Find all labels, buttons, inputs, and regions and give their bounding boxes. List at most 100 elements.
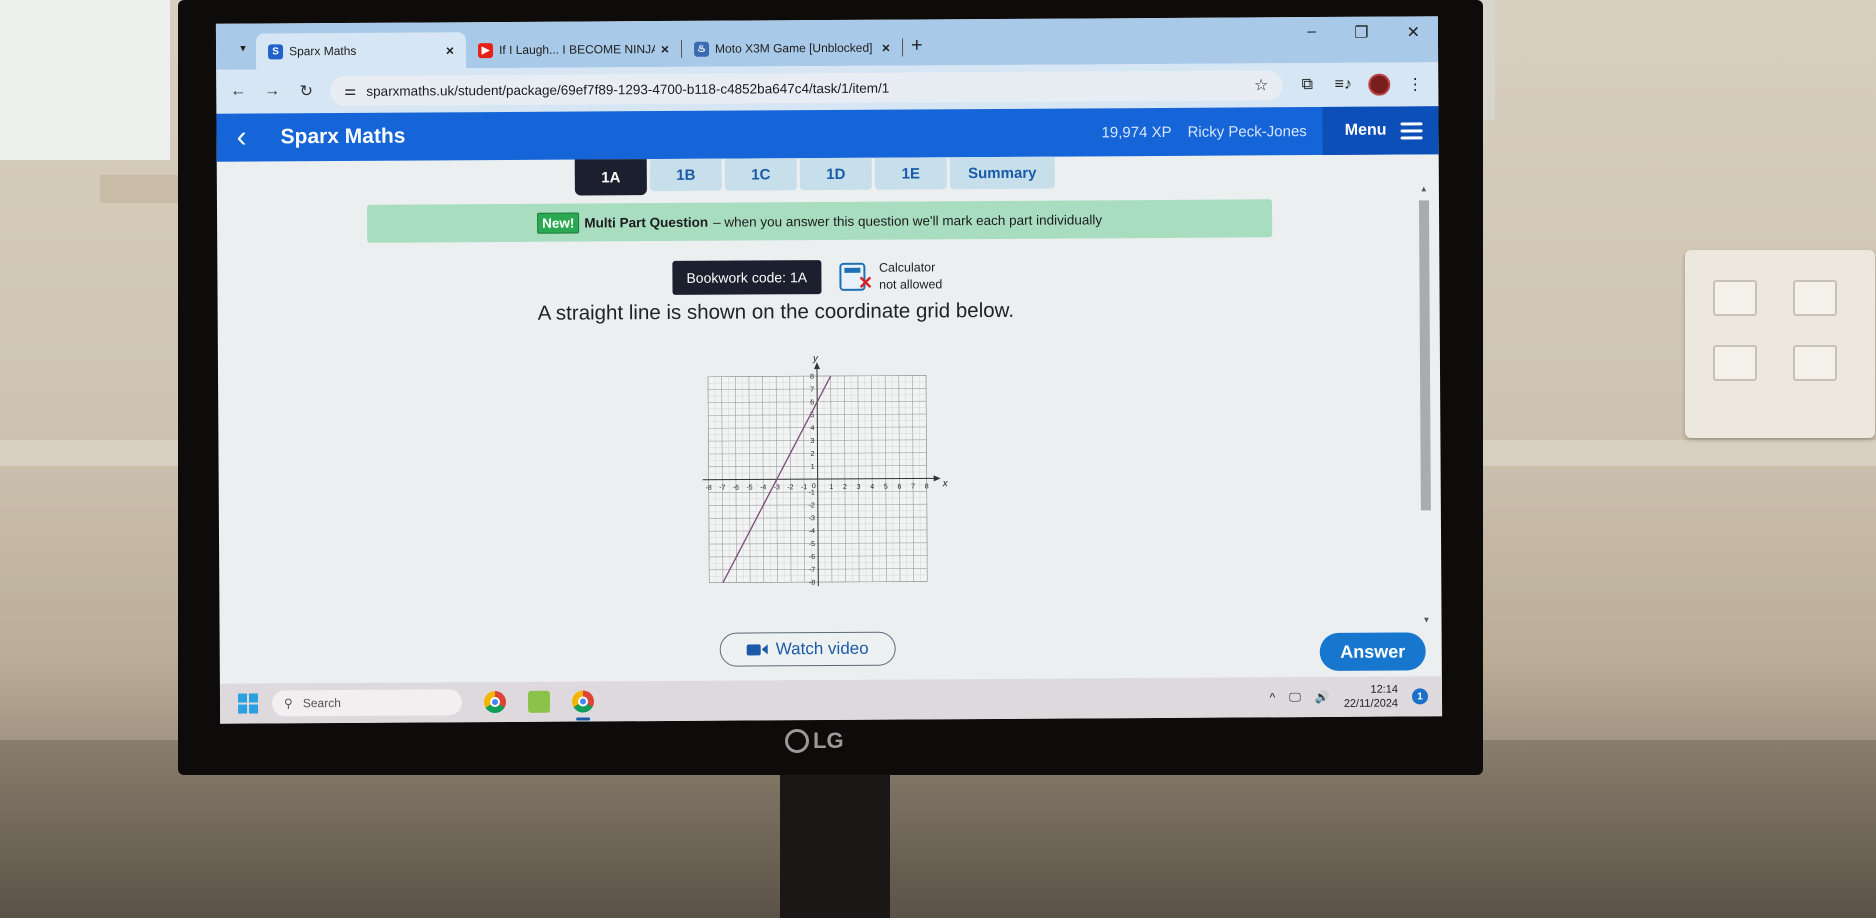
windows-start-icon[interactable] [237, 693, 259, 714]
x-tick-label: 8 [925, 483, 929, 490]
watch-video-button[interactable]: Watch video [719, 631, 896, 667]
lg-logo-icon [785, 729, 809, 753]
y-tick-label: -7 [809, 567, 815, 574]
y-tick-label: 2 [811, 451, 815, 458]
y-tick-label: 7 [810, 386, 814, 393]
y-tick-label: -5 [809, 541, 815, 548]
y-axis-label: y [812, 355, 819, 364]
address-bar[interactable]: ⚌ sparxmaths.uk/student/package/69ef7f89… [330, 70, 1283, 107]
volume-icon[interactable]: 🔊 [1315, 690, 1330, 704]
y-tick-label: 8 [810, 374, 814, 381]
x-tick-label: -3 [774, 484, 780, 491]
y-tick-label: 6 [810, 399, 814, 406]
brand-title[interactable]: Sparx Maths [280, 125, 405, 150]
question-text: A straight line is shown on the coordina… [537, 298, 1015, 325]
notification-badge[interactable]: 1 [1411, 688, 1429, 705]
search-icon: ⚲ [283, 696, 293, 711]
x-tick-label: -5 [746, 484, 752, 491]
tab-title: Sparx Maths [289, 43, 357, 59]
close-window-button[interactable]: ✕ [1406, 22, 1420, 42]
minimize-button[interactable]: – [1307, 23, 1316, 43]
browser-tab-moto[interactable]: ♨ Moto X3M Game [Unblocked] | × [682, 30, 902, 67]
browser-tab-youtube[interactable]: ▶ If I Laugh... I BECOME NINJA - Y × [466, 31, 681, 68]
show-hidden-icons-chevron-icon[interactable]: ^ [1270, 690, 1276, 704]
screen: ▾ S Sparx Maths × ▶ If I Laugh... I BECO… [215, 16, 1443, 724]
app-taskbar-icon[interactable] [527, 690, 551, 713]
back-arrow-icon[interactable]: ← [228, 83, 248, 101]
forward-arrow-icon[interactable]: → [262, 82, 282, 100]
monitor-stand [780, 770, 890, 918]
x-tick-label: -4 [760, 484, 766, 491]
scroll-up-arrow-icon[interactable]: ▲ [1420, 184, 1428, 193]
network-icon[interactable]: 🖵 [1289, 690, 1301, 705]
part-tab-1e[interactable]: 1E [874, 157, 947, 190]
scroll-down-arrow-icon[interactable]: ▼ [1423, 615, 1431, 624]
close-tab-icon[interactable]: × [446, 42, 454, 58]
browser-tab-sparx[interactable]: S Sparx Maths × [255, 32, 467, 70]
close-tab-icon[interactable]: × [661, 41, 669, 57]
calculator-status: ✕ Calculator not allowed [838, 259, 943, 293]
bookmark-star-icon[interactable]: ☆ [1254, 75, 1268, 95]
page-scrollbar[interactable]: ▲ ▼ [1417, 184, 1434, 624]
windows-taskbar: ⚲ Search ^ 🖵 🔊 12:14 22/11/2024 1 [219, 676, 1443, 724]
socket-port [1793, 280, 1837, 316]
part-tab-1c[interactable]: 1C [724, 158, 797, 191]
calculator-label: Calculator [878, 260, 936, 275]
socket-port [1713, 345, 1757, 381]
y-tick-label: -6 [809, 554, 815, 561]
part-tab-summary[interactable]: Summary [949, 156, 1055, 190]
bookwork-code: Bookwork code: 1A [672, 260, 822, 295]
part-tab-1a[interactable]: 1A [574, 159, 647, 196]
browser-toolbar: ← → ↻ ⚌ sparxmaths.uk/student/package/69… [216, 62, 1439, 114]
y-tick-label: 4 [810, 425, 814, 432]
tab-search-chevron-icon[interactable]: ▾ [230, 34, 256, 60]
part-tab-1b[interactable]: 1B [649, 158, 722, 192]
clock[interactable]: 12:14 22/11/2024 [1344, 682, 1398, 711]
room-window [0, 0, 170, 160]
question-part-tabs: 1A 1B 1C 1D 1E Summary [574, 156, 1055, 196]
xp-counter: 19,974 XP [1101, 123, 1172, 141]
x-tick-label: -1 [801, 484, 807, 491]
x-tick-label: 3 [857, 484, 861, 491]
reload-icon[interactable]: ↻ [296, 81, 316, 101]
profile-avatar[interactable] [1368, 73, 1391, 96]
socket-port [1793, 345, 1837, 381]
x-tick-label: -7 [719, 485, 725, 492]
answer-button[interactable]: Answer [1319, 632, 1426, 672]
site-settings-icon[interactable]: ⚌ [344, 83, 356, 99]
banner-text: – when you answer this question we'll ma… [713, 211, 1103, 230]
back-chevron-icon[interactable]: ‹ [216, 120, 266, 154]
origin-label: 0 [812, 483, 816, 490]
chrome-active-taskbar-icon[interactable] [571, 690, 595, 713]
banner-title: Multi Part Question [584, 214, 709, 230]
new-tab-button[interactable]: + [911, 34, 923, 57]
x-tick-label: -8 [706, 485, 712, 492]
part-tab-1d[interactable]: 1D [799, 157, 872, 191]
system-tray: ^ 🖵 🔊 12:14 22/11/2024 1 [1269, 682, 1442, 712]
y-tick-label: -1 [808, 489, 814, 496]
url-text[interactable]: sparxmaths.uk/student/package/69ef7f89-1… [366, 80, 889, 98]
game-favicon-icon: ♨ [693, 41, 710, 57]
y-tick-label: -8 [809, 580, 815, 587]
restore-button[interactable]: ❐ [1354, 23, 1368, 43]
x-tick-label: 7 [911, 483, 915, 490]
menu-button[interactable]: Menu [1322, 106, 1439, 155]
x-tick-label: -6 [733, 485, 739, 492]
scrollbar-thumb[interactable] [1418, 200, 1431, 511]
more-menu-icon[interactable]: ⋮ [1404, 74, 1426, 94]
window-controls: – ❐ ✕ [1307, 22, 1420, 43]
monitor-brand-text: LG [813, 728, 844, 753]
x-axis-label: x [942, 478, 949, 489]
calculator-status-text: not allowed [879, 277, 943, 292]
taskbar-search[interactable]: ⚲ Search [271, 689, 463, 717]
x-tick-label: 1 [829, 484, 833, 491]
clock-time: 12:14 [1370, 683, 1398, 696]
extensions-puzzle-icon[interactable]: ⧉ [1296, 76, 1318, 94]
media-control-icon[interactable]: ≡♪ [1332, 76, 1354, 94]
hamburger-icon [1400, 121, 1423, 140]
close-tab-icon[interactable]: × [882, 40, 890, 56]
wall-network-socket [1685, 250, 1875, 438]
chrome-taskbar-icon[interactable] [483, 690, 507, 714]
new-badge: New! [536, 212, 580, 234]
bookwork-row: Bookwork code: 1A ✕ Calculator not allow… [672, 259, 942, 295]
